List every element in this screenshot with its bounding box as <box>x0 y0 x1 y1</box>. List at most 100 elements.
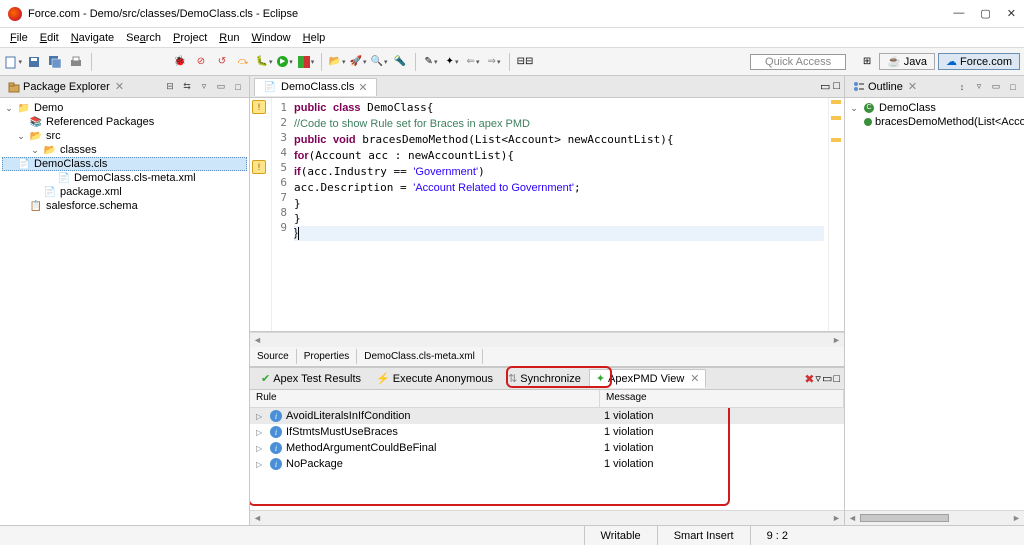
open-type-icon[interactable]: 📂 <box>328 53 346 71</box>
bottom-panel: ✔Apex Test Results ⚡Execute Anonymous ⇅S… <box>250 367 844 525</box>
maximize-editor-icon[interactable]: □ <box>833 80 840 93</box>
violations-table[interactable]: ▷iAvoidLiteralsInIfCondition 1 violation… <box>250 408 844 510</box>
relaunch-icon[interactable]: ↺ <box>213 53 231 71</box>
main-toolbar: 🐞 ⊘ ↺ ⤼ 🐛 ▶ 📂 🚀 🔍 🔦 ✎ ✦ ⇐ ⇒ ⊟⊟ Quick Acc… <box>0 48 1024 76</box>
tab-properties[interactable]: Properties <box>297 349 358 364</box>
outline-method[interactable]: bracesDemoMethod(List<Accou <box>875 116 1024 128</box>
perspective-java[interactable]: ☕Java <box>879 53 935 70</box>
outline-class[interactable]: DemoClass <box>879 102 936 114</box>
menu-edit[interactable]: Edit <box>34 30 65 46</box>
delete-icon[interactable]: ✖ <box>804 372 814 386</box>
minimize-view-icon[interactable]: ▭ <box>989 80 1003 94</box>
menu-run[interactable]: Run <box>213 30 245 46</box>
forward-icon[interactable]: ⇒ <box>485 53 503 71</box>
stop-icon[interactable]: ⊘ <box>192 53 210 71</box>
info-icon: i <box>270 442 282 454</box>
table-row[interactable]: ▷iAvoidLiteralsInIfCondition 1 violation <box>250 408 844 424</box>
open-perspective-icon[interactable]: ⊞ <box>858 53 876 71</box>
tree-classes[interactable]: classes <box>60 144 97 156</box>
package-explorer-tab[interactable]: Package Explorer ✕ <box>4 78 128 95</box>
code-area[interactable]: public class DemoClass{ //Code to show R… <box>290 98 828 331</box>
save-all-button[interactable] <box>46 53 64 71</box>
bottom-h-scrollbar[interactable]: ◄► <box>250 510 844 525</box>
editor-tabs: 📄 DemoClass.cls ✕ ▭ □ <box>250 76 844 98</box>
editor-h-scrollbar[interactable]: ◄► <box>250 332 844 347</box>
eclipse-icon <box>8 7 22 21</box>
tree-src[interactable]: src <box>46 130 61 142</box>
view-menu-icon[interactable]: ▿ <box>197 80 211 94</box>
tab-apexpmd-view[interactable]: ✦ApexPMD View✕ <box>589 369 707 388</box>
folder-icon: 📂 <box>29 130 43 142</box>
coverage-icon[interactable] <box>297 53 315 71</box>
col-message[interactable]: Message <box>600 390 844 407</box>
info-icon: i <box>270 410 282 422</box>
save-button[interactable] <box>25 53 43 71</box>
warning-marker-icon[interactable]: ! <box>252 100 266 114</box>
ql-icon[interactable]: 🔍 <box>370 53 388 71</box>
maximize-view-icon[interactable]: □ <box>231 80 245 94</box>
package-explorer-panel: Package Explorer ✕ ⊟ ⇆ ▿ ▭ □ ⌄📁Demo 📚Ref… <box>0 76 250 525</box>
tab-meta-xml[interactable]: DemoClass.cls-meta.xml <box>357 349 483 364</box>
outline-tree[interactable]: ⌄CDemoClass bracesDemoMethod(List<Accou <box>845 98 1024 510</box>
status-bar: Writable Smart Insert 9 : 2 <box>0 525 1024 545</box>
table-header: Rule Message <box>250 390 844 408</box>
skip-icon[interactable]: ⤼ <box>234 53 252 71</box>
tree-ref-packages[interactable]: Referenced Packages <box>46 116 154 128</box>
minimize-view-icon[interactable]: ▭ <box>214 80 228 94</box>
code-editor[interactable]: ! ! 123456789 public class DemoClass{ //… <box>250 98 844 332</box>
menu-file[interactable]: File <box>4 30 34 46</box>
bug-icon[interactable]: 🐛 <box>255 53 273 71</box>
close-button[interactable]: ✕ <box>1007 7 1016 20</box>
new-button[interactable] <box>4 53 22 71</box>
outline-h-scrollbar[interactable]: ◄► <box>845 510 1024 525</box>
table-row[interactable]: ▷iNoPackage 1 violation <box>250 456 844 472</box>
menu-help[interactable]: Help <box>297 30 332 46</box>
warning-marker-icon[interactable]: ! <box>252 160 266 174</box>
print-button[interactable] <box>67 53 85 71</box>
pin-icon[interactable]: ⊟⊟ <box>516 53 534 71</box>
menu-project[interactable]: Project <box>167 30 213 46</box>
tab-source[interactable]: Source <box>250 349 297 364</box>
package-tree[interactable]: ⌄📁Demo 📚Referenced Packages ⌄📂src ⌄📂clas… <box>0 98 249 525</box>
flashlight-icon[interactable]: 🔦 <box>391 53 409 71</box>
menu-search[interactable]: Search <box>120 30 167 46</box>
perspective-forcecom[interactable]: ☁Force.com <box>938 53 1020 70</box>
table-row[interactable]: ▷iIfStmtsMustUseBraces 1 violation <box>250 424 844 440</box>
collapse-all-icon[interactable]: ⊟ <box>163 80 177 94</box>
tab-apex-test-results[interactable]: ✔Apex Test Results <box>254 369 368 388</box>
paint-icon[interactable]: ✎ <box>422 53 440 71</box>
back-icon[interactable]: ⇐ <box>464 53 482 71</box>
debug-icon[interactable]: 🐞 <box>171 53 189 71</box>
wand-icon[interactable]: ✦ <box>443 53 461 71</box>
tree-file-democlass[interactable]: 📄DemoClass.cls <box>2 157 247 171</box>
table-row[interactable]: ▷iMethodArgumentCouldBeFinal 1 violation <box>250 440 844 456</box>
tab-execute-anonymous[interactable]: ⚡Execute Anonymous <box>369 369 500 388</box>
tree-package-xml[interactable]: 📄package.xml <box>2 185 247 199</box>
run-button[interactable]: ▶ <box>276 53 294 71</box>
tree-project[interactable]: Demo <box>34 102 63 114</box>
rocket-icon[interactable]: 🚀 <box>349 53 367 71</box>
cls-file-icon: 📄 <box>17 158 31 170</box>
tree-file-democlass-meta[interactable]: 📄DemoClass.cls-meta.xml <box>2 171 247 185</box>
maximize-button[interactable]: ▢ <box>980 7 990 20</box>
maximize-view-icon[interactable]: □ <box>833 373 840 385</box>
tree-salesforce-schema[interactable]: 📋salesforce.schema <box>2 199 247 213</box>
menu-navigate[interactable]: Navigate <box>65 30 120 46</box>
xml-file-icon: 📄 <box>43 186 57 198</box>
minimize-view-icon[interactable]: ▭ <box>822 372 832 385</box>
maximize-view-icon[interactable]: □ <box>1006 80 1020 94</box>
col-rule[interactable]: Rule <box>250 390 600 407</box>
minimize-button[interactable]: — <box>953 7 964 20</box>
tab-synchronize[interactable]: ⇅Synchronize <box>501 369 588 388</box>
quick-access[interactable]: Quick Access <box>750 54 846 70</box>
view-menu-icon[interactable]: ▿ <box>972 80 986 94</box>
link-editor-icon[interactable]: ⇆ <box>180 80 194 94</box>
outline-tab[interactable]: Outline ✕ <box>849 78 921 95</box>
menu-window[interactable]: Window <box>245 30 296 46</box>
overview-ruler[interactable] <box>828 98 844 331</box>
editor-tab-democlass[interactable]: 📄 DemoClass.cls ✕ <box>254 78 377 96</box>
view-menu-icon[interactable]: ▿ <box>815 372 821 385</box>
sort-icon[interactable]: ↕ <box>955 80 969 94</box>
minimize-editor-icon[interactable]: ▭ <box>820 80 830 93</box>
class-icon: C <box>862 102 876 114</box>
